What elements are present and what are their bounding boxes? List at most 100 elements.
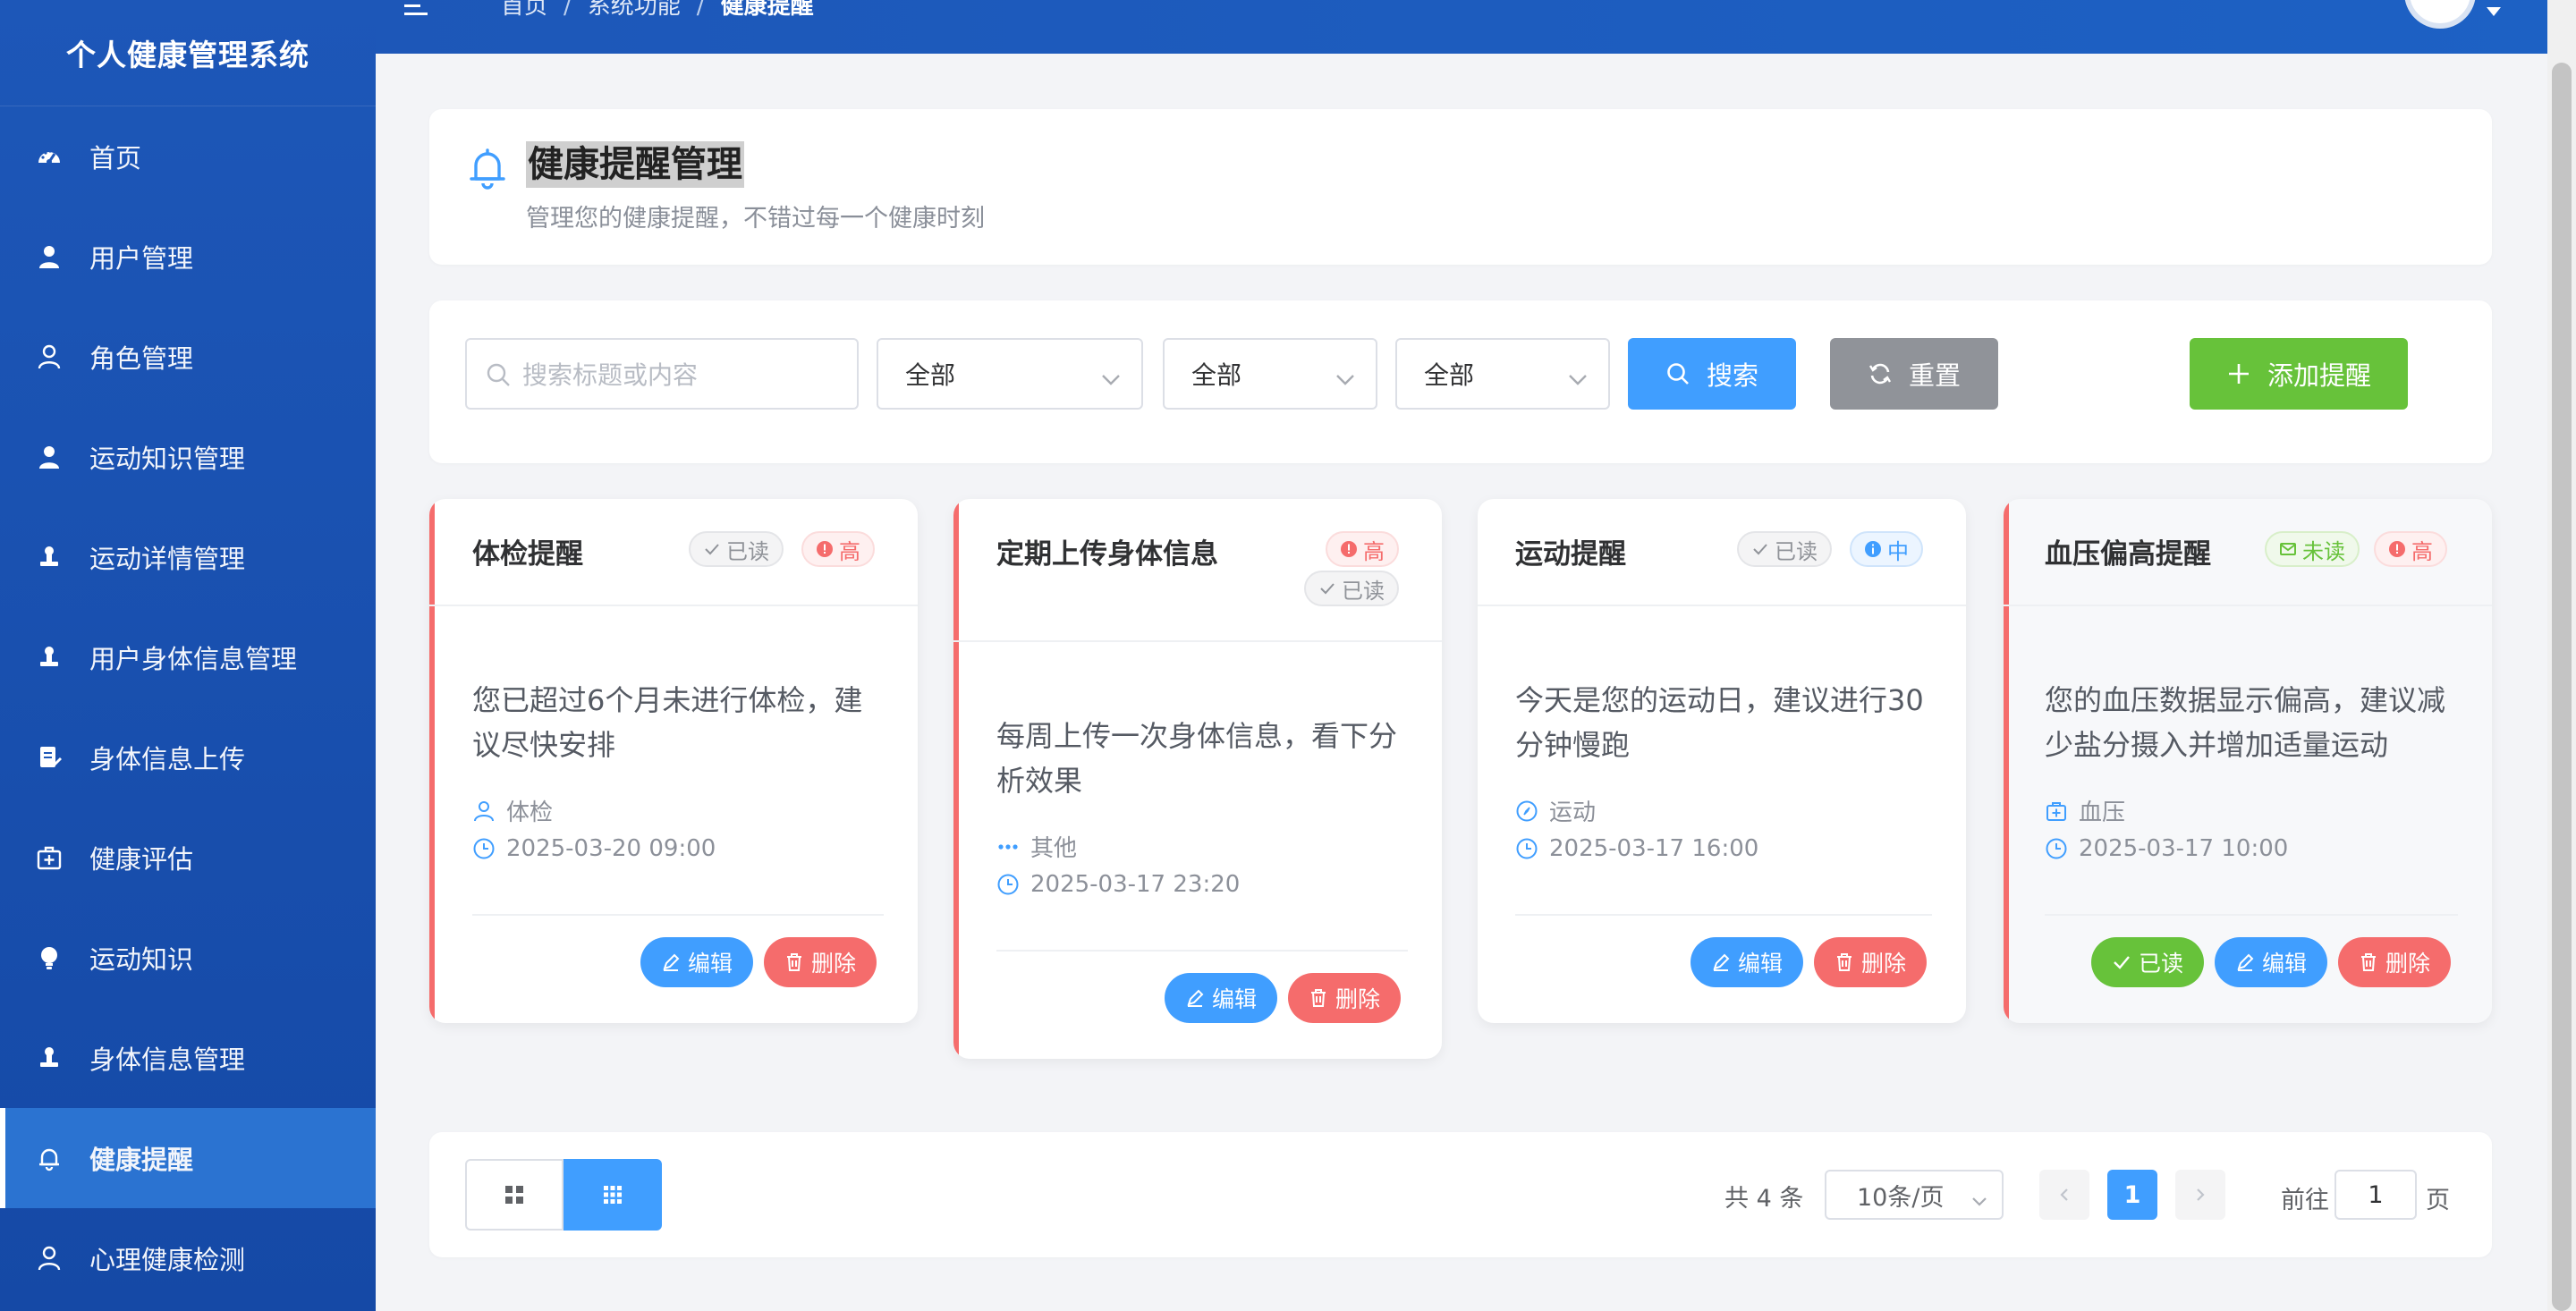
breadcrumb-separator: / [696,0,705,20]
page-size-select[interactable]: 10条/页 [1825,1170,2004,1220]
sidebar-item-user-management[interactable]: 用户管理 [0,207,376,307]
card-content: 每周上传一次身体信息，看下分 析效果 [996,714,1397,803]
edit-button[interactable]: 编辑 [2215,937,2327,987]
card-category-label: 运动 [1549,799,1597,826]
trash-icon [2360,953,2376,971]
filter-toolbar: 全部 全部 全部 搜索 重置 添加提醒 [429,300,2492,463]
card-title: 运动提醒 [1515,538,1626,571]
check-icon [705,544,719,555]
breadcrumb-separator: / [564,0,572,20]
card-time: 2025-03-17 23:20 [996,871,1240,898]
delete-button[interactable]: 删除 [1288,973,1401,1023]
warning-circle-icon [1341,541,1357,557]
priority-select[interactable]: 全部 [1395,338,1610,410]
page-size-value: 10条/页 [1857,1183,1945,1212]
sidebar: 个人健康管理系统 首页 用户管理 角色管理 运动知识管理 运动详情管理 用户身体… [0,0,376,1311]
mail-icon [2280,543,2296,555]
add-reminder-button[interactable]: 添加提醒 [2190,338,2408,410]
search-box[interactable] [465,338,859,410]
type-select-value: 全部 [905,360,956,390]
bell-icon [34,1143,64,1173]
card-category: 运动 [1515,794,1596,827]
pagination-panel: 共 4 条 10条/页 1 前往 页 [429,1132,2492,1257]
delete-button[interactable]: 删除 [1814,937,1927,987]
search-input[interactable] [521,345,846,404]
clock-icon [473,838,495,859]
type-select[interactable]: 全部 [877,338,1143,410]
chevron-down-icon [1335,365,1356,385]
priority-tag-label: 中 [1887,538,1909,564]
page-subtitle: 管理您的健康提醒，不错过每一个健康时刻 [526,205,985,233]
sidebar-item-health-assessment[interactable]: 健康评估 [0,808,376,908]
sidebar-item-body-info-management[interactable]: 身体信息管理 [0,1008,376,1108]
document-icon [34,742,64,773]
compact-grid-view-button[interactable] [564,1159,662,1231]
refresh-icon [1868,363,1892,385]
reminder-card: 血压偏高提醒 未读 高 您的血压数据显示偏高，建议减 少盐分摄入并增加适量运动 … [2004,499,2492,1023]
card-content-line: 少盐分摄入并增加适量运动 [2045,728,2389,762]
edit-icon [1713,953,1730,971]
card-header-divider [429,605,918,606]
sidebar-item-label: 运动知识 [89,944,194,975]
priority-tag: 高 [2374,531,2447,567]
card-content-line: 今天是您的运动日，建议进行30 [1515,683,1924,717]
sidebar-item-exercise-knowledge[interactable]: 运动知识 [0,908,376,1008]
plus-icon [2228,364,2249,384]
search-icon [485,361,512,388]
edit-button-label: 编辑 [1737,951,1783,977]
status-tag-label: 已读 [726,538,769,564]
delete-button[interactable]: 删除 [2338,937,2451,987]
card-title: 定期上传身体信息 [996,538,1218,571]
breadcrumb-system[interactable]: 系统功能 [588,0,681,20]
card-time: 2025-03-17 10:00 [2045,835,2288,862]
mark-read-button[interactable]: 已读 [2091,937,2204,987]
next-page-button[interactable] [2175,1170,2225,1220]
card-footer-divider [996,950,1408,952]
sidebar-item-exercise-knowledge-management[interactable]: 运动知识管理 [0,407,376,507]
page-title: 健康提醒管理 [526,141,744,188]
sidebar-item-home[interactable]: 首页 [0,106,376,207]
page-number-current[interactable]: 1 [2107,1170,2157,1220]
scrollbar[interactable] [2547,0,2576,1311]
status-tag-label: 未读 [2302,538,2345,564]
prev-page-button[interactable] [2039,1170,2089,1220]
first-aid-icon [34,842,64,873]
top-header: 首页 / 系统功能 / 健康提醒 [376,0,2547,54]
grid-view-button[interactable] [465,1159,564,1231]
sidebar-item-label: 运动知识管理 [89,444,246,474]
menu-toggle-icon[interactable] [402,0,435,23]
clock-icon [997,874,1019,895]
reminder-card: 体检提醒 已读 高 您已超过6个月未进行体检，建 议尽快安排 体检 2025-0… [429,499,918,1023]
reset-button[interactable]: 重置 [1830,338,1998,410]
sidebar-item-mental-health-test[interactable]: 心理健康检测 [0,1208,376,1308]
caret-down-icon[interactable] [2487,7,2501,16]
warning-circle-icon [2389,541,2405,557]
info-circle-icon [1865,541,1881,557]
card-time: 2025-03-17 16:00 [1515,835,1758,862]
sidebar-item-user-body-info-management[interactable]: 用户身体信息管理 [0,607,376,707]
sidebar-item-role-management[interactable]: 角色管理 [0,307,376,407]
edit-icon [663,953,680,971]
avatar[interactable] [2404,0,2476,29]
edit-button[interactable]: 编辑 [1690,937,1803,987]
sidebar-item-health-reminder[interactable]: 健康提醒 [0,1108,376,1208]
card-footer-divider [1515,914,1932,916]
user-icon [474,800,494,821]
priority-select-value: 全部 [1424,360,1475,390]
card-time-label: 2025-03-17 10:00 [2079,835,2289,862]
edit-icon [1187,989,1204,1007]
sidebar-item-exercise-detail-management[interactable]: 运动详情管理 [0,507,376,607]
scrollbar-thumb[interactable] [2552,63,2572,1311]
status-select[interactable]: 全部 [1163,338,1377,410]
edit-button[interactable]: 编辑 [640,937,753,987]
edit-button[interactable]: 编辑 [1165,973,1277,1023]
sidebar-item-body-info-upload[interactable]: 身体信息上传 [0,707,376,808]
goto-label: 前往 [2281,1187,2329,1214]
goto-page-input[interactable] [2334,1170,2417,1220]
title-panel: 健康提醒管理 管理您的健康提醒，不错过每一个健康时刻 [429,109,2492,265]
search-button[interactable]: 搜索 [1628,338,1796,410]
warning-circle-icon [817,541,833,557]
breadcrumb-home[interactable]: 首页 [501,0,547,20]
delete-button[interactable]: 删除 [764,937,877,987]
priority-tag-label: 高 [839,538,860,564]
